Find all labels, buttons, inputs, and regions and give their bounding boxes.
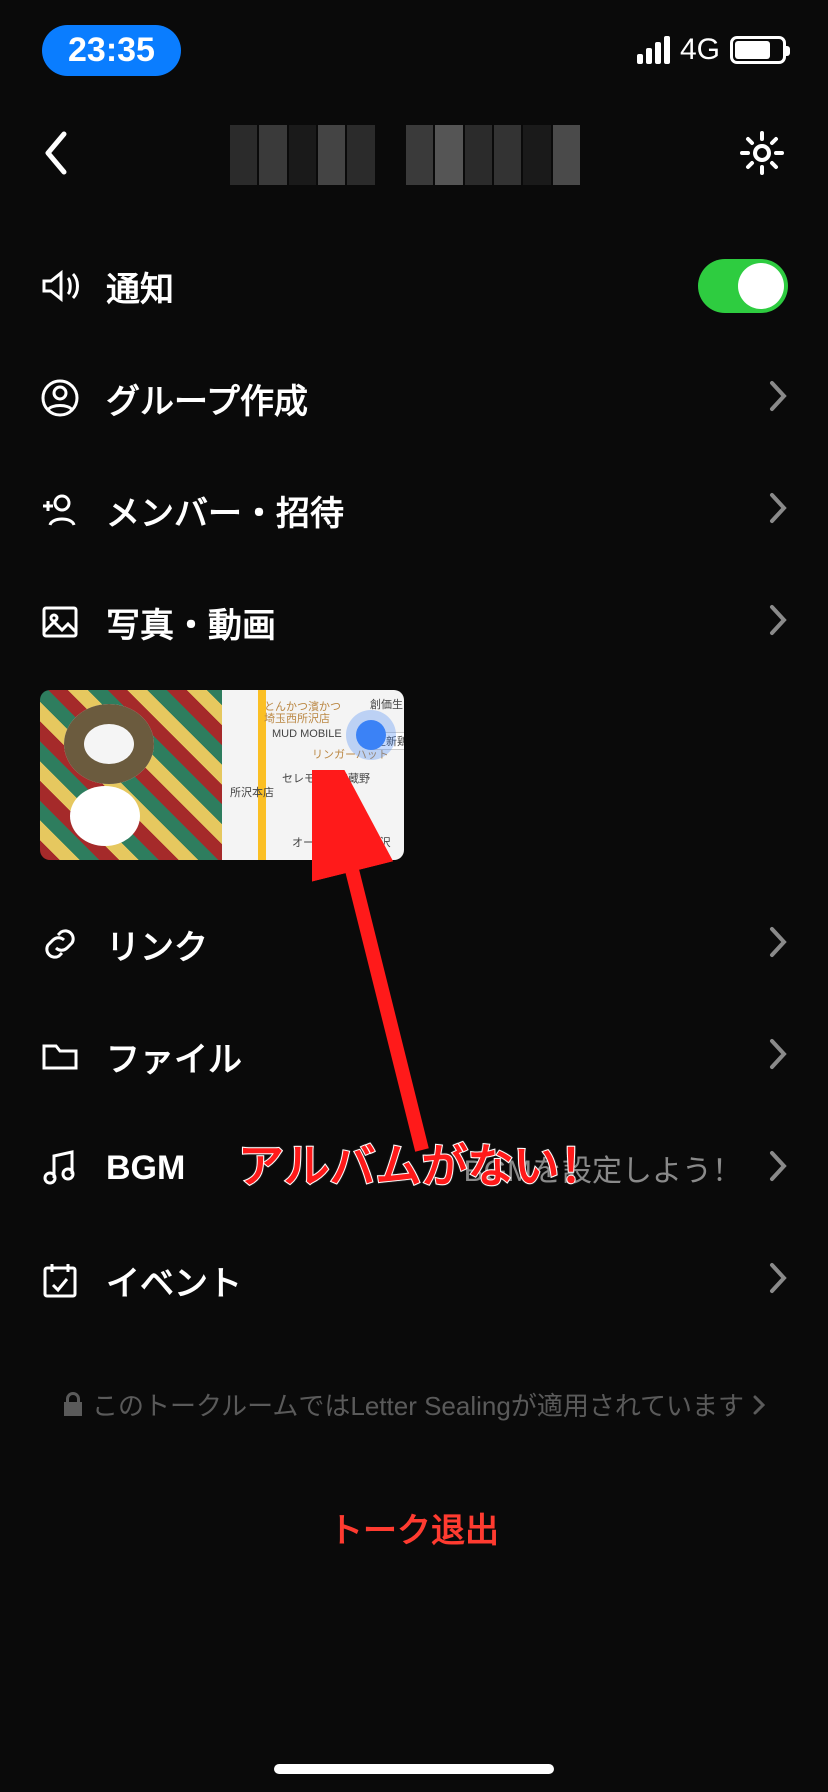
- row-label: 通知: [106, 262, 672, 311]
- chevron-right-icon: [768, 1261, 788, 1300]
- network-label: 4G: [680, 33, 720, 67]
- row-label: イベント: [106, 1256, 742, 1305]
- map-poi-label: リンガーハット: [312, 746, 389, 762]
- chevron-right-icon: [752, 1394, 766, 1416]
- chevron-right-icon: [768, 1149, 788, 1188]
- media-thumbnails: とんかつ濱かつ 埼玉西所沢店 MUD MOBILE リンガーハット セレモニー武…: [0, 678, 828, 888]
- row-label: グループ作成: [106, 374, 742, 423]
- map-poi-label: セレモニー武蔵野: [282, 770, 370, 786]
- chat-title-censored: [230, 125, 580, 185]
- row-create-group[interactable]: グループ作成: [0, 342, 828, 454]
- leave-talk-button[interactable]: トーク退出: [0, 1453, 828, 1602]
- user-plus-icon: [40, 490, 80, 530]
- row-bgm[interactable]: BGM BGMを設定しよう！: [0, 1112, 828, 1224]
- map-poi-label: 埼玉西所沢店: [264, 710, 330, 726]
- nav-bar: [0, 100, 828, 210]
- back-button[interactable]: [42, 128, 72, 183]
- chevron-right-icon: [768, 491, 788, 530]
- settings-button[interactable]: [738, 129, 786, 182]
- map-poi-label: 創価生: [370, 696, 403, 712]
- chevron-right-icon: [768, 925, 788, 964]
- thumbnail-map[interactable]: とんかつ濱かつ 埼玉西所沢店 MUD MOBILE リンガーハット セレモニー武…: [222, 690, 404, 860]
- calendar-check-icon: [40, 1260, 80, 1300]
- row-label: 写真・動画: [106, 598, 742, 647]
- row-label: メンバー・招待: [106, 486, 742, 535]
- row-notifications[interactable]: 通知: [0, 230, 828, 342]
- signal-icon: [637, 36, 670, 64]
- status-time: 23:35: [42, 25, 181, 76]
- home-indicator[interactable]: [274, 1764, 554, 1774]
- chevron-right-icon: [768, 603, 788, 642]
- user-circle-icon: [40, 378, 80, 418]
- bgm-hint: BGMを設定しよう！: [464, 1146, 742, 1190]
- lock-icon: [62, 1392, 84, 1418]
- map-poi-label: MUD MOBILE: [272, 728, 342, 740]
- folder-icon: [40, 1036, 80, 1076]
- row-files[interactable]: ファイル: [0, 1000, 828, 1112]
- battery-icon: [730, 36, 786, 64]
- letter-sealing-notice[interactable]: このトークルームではLetter Sealingが適用されています: [0, 1336, 828, 1453]
- row-members-invite[interactable]: メンバー・招待: [0, 454, 828, 566]
- map-poi-label: 正新鶏: [372, 732, 404, 750]
- image-icon: [40, 602, 80, 642]
- row-label: リンク: [106, 920, 742, 969]
- speaker-icon: [40, 266, 80, 306]
- row-label: ファイル: [106, 1032, 742, 1081]
- row-photos-videos[interactable]: 写真・動画: [0, 566, 828, 678]
- map-poi-label: 所沢本店: [230, 784, 274, 800]
- music-icon: [40, 1148, 80, 1188]
- status-bar: 23:35 4G: [0, 0, 828, 100]
- map-poi-label: オートバックス所沢: [292, 834, 391, 850]
- chevron-right-icon: [768, 379, 788, 418]
- row-events[interactable]: イベント: [0, 1224, 828, 1336]
- seal-text: このトークルームではLetter Sealingが適用されています: [92, 1386, 744, 1423]
- chevron-right-icon: [768, 1037, 788, 1076]
- row-label: BGM: [106, 1149, 438, 1188]
- thumbnail-food[interactable]: [40, 690, 222, 860]
- status-right: 4G: [637, 33, 786, 67]
- link-icon: [40, 924, 80, 964]
- notification-toggle[interactable]: [698, 259, 788, 313]
- row-links[interactable]: リンク: [0, 888, 828, 1000]
